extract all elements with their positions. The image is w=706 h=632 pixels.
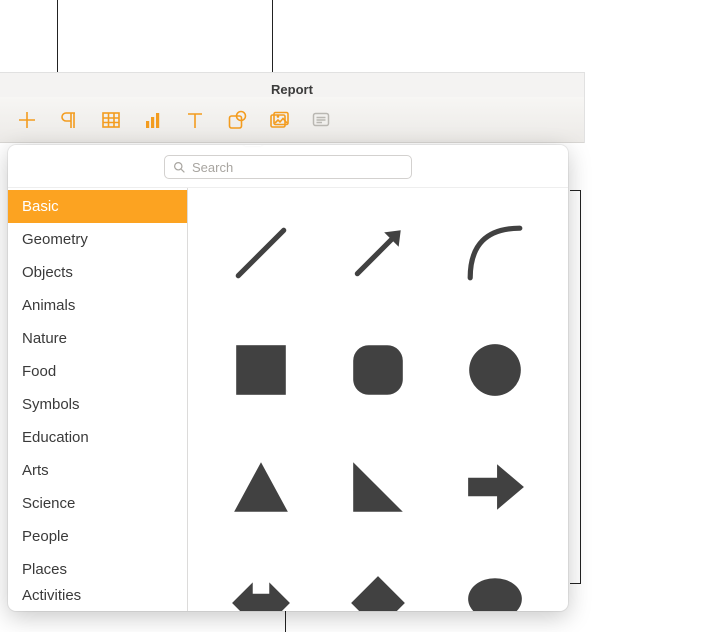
category-arts[interactable]: Arts: [8, 454, 187, 487]
shape-triangle[interactable]: [218, 443, 305, 530]
shape-diamond[interactable]: [335, 560, 422, 611]
shape-rounded-square[interactable]: [335, 327, 422, 414]
plus-icon: [16, 109, 38, 131]
shape-curve[interactable]: [451, 210, 538, 297]
category-activities[interactable]: Activities: [8, 586, 187, 604]
popover-caret: [244, 145, 262, 146]
shape-right-triangle[interactable]: [335, 443, 422, 530]
search-input[interactable]: [192, 160, 403, 175]
shapes-popover-wrap: Basic Geometry Objects Animals Nature Fo…: [8, 145, 568, 611]
shapes-grid: [188, 188, 568, 611]
add-button[interactable]: [6, 104, 48, 136]
callout-line: [570, 190, 581, 191]
text-icon: [184, 109, 206, 131]
toolbar: [0, 97, 584, 143]
category-places[interactable]: Places: [8, 553, 187, 586]
table-button[interactable]: [90, 104, 132, 136]
search-field[interactable]: [164, 155, 412, 179]
shape-square[interactable]: [218, 327, 305, 414]
pilcrow-icon: [58, 109, 80, 131]
media-icon: [268, 109, 290, 131]
table-icon: [100, 109, 122, 131]
search-icon: [173, 161, 186, 174]
category-sidebar: Basic Geometry Objects Animals Nature Fo…: [8, 188, 188, 611]
callout-line: [580, 190, 581, 584]
app-window: Report: [0, 72, 585, 143]
chart-icon: [142, 109, 164, 131]
category-nature[interactable]: Nature: [8, 322, 187, 355]
title-bar: Report: [0, 73, 584, 97]
shapes-popover: Basic Geometry Objects Animals Nature Fo…: [8, 145, 568, 611]
shape-button[interactable]: [216, 104, 258, 136]
category-animals[interactable]: Animals: [8, 289, 187, 322]
category-food[interactable]: Food: [8, 355, 187, 388]
callout-line: [570, 583, 581, 584]
category-education[interactable]: Education: [8, 421, 187, 454]
category-science[interactable]: Science: [8, 487, 187, 520]
chart-button[interactable]: [132, 104, 174, 136]
shape-arrow-right[interactable]: [451, 443, 538, 530]
comment-button[interactable]: [300, 104, 342, 136]
shape-arrow-line[interactable]: [335, 210, 422, 297]
search-row: [8, 145, 568, 188]
callout-line: [272, 0, 273, 72]
shape-circle[interactable]: [451, 327, 538, 414]
window-title: Report: [271, 82, 313, 97]
text-button[interactable]: [174, 104, 216, 136]
category-symbols[interactable]: Symbols: [8, 388, 187, 421]
shape-line[interactable]: [218, 210, 305, 297]
shape-speech-bubble[interactable]: [451, 560, 538, 611]
shape-icon: [226, 109, 248, 131]
category-basic[interactable]: Basic: [8, 190, 187, 223]
category-objects[interactable]: Objects: [8, 256, 187, 289]
callout-line: [285, 608, 286, 632]
paragraph-button[interactable]: [48, 104, 90, 136]
category-geometry[interactable]: Geometry: [8, 223, 187, 256]
shapes-grid-scroll[interactable]: [188, 188, 568, 611]
media-button[interactable]: [258, 104, 300, 136]
category-people[interactable]: People: [8, 520, 187, 553]
shape-arrow-left-right[interactable]: [218, 560, 305, 611]
callout-line: [57, 0, 58, 72]
comment-icon: [310, 109, 332, 131]
